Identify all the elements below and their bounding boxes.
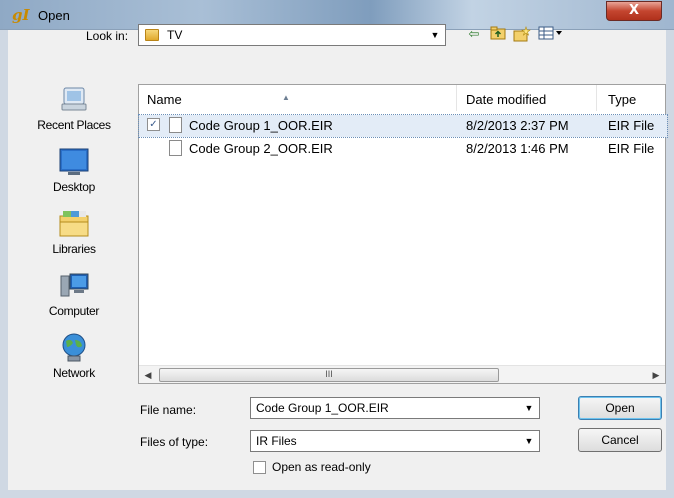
look-in-value: TV xyxy=(167,28,183,42)
column-header-date[interactable]: Date modified xyxy=(457,85,597,111)
libraries-icon xyxy=(59,211,89,237)
open-button-label: Open xyxy=(605,401,635,415)
scrollbar-thumb[interactable]: III xyxy=(159,368,499,382)
look-in-label: Look in: xyxy=(86,29,129,43)
place-computer[interactable]: Computer xyxy=(18,270,130,330)
place-label: Desktop xyxy=(53,180,95,194)
scroll-left-icon[interactable]: ◀ xyxy=(139,366,157,384)
table-row[interactable]: ✓ Code Group 1_OOR.EIR 8/2/2013 2:37 PM … xyxy=(138,114,668,138)
dialog-body: Look in: TV ▼ ⇦ Recent Places Desktop Li… xyxy=(8,24,668,490)
place-label: Libraries xyxy=(52,242,96,256)
folder-icon xyxy=(145,29,159,41)
computer-icon xyxy=(60,273,89,297)
file-date: 8/2/2013 2:37 PM xyxy=(466,118,569,133)
look-in-dropdown[interactable]: TV ▼ xyxy=(138,24,446,46)
open-button[interactable]: Open xyxy=(578,396,662,420)
chevron-down-icon[interactable]: ▼ xyxy=(427,27,443,43)
file-name: Code Group 1_OOR.EIR xyxy=(189,118,333,133)
place-recent-places[interactable]: Recent Places xyxy=(18,84,130,144)
back-button[interactable]: ⇦ xyxy=(464,26,484,44)
file-name: Code Group 2_OOR.EIR xyxy=(189,141,333,156)
column-header-label: Name xyxy=(147,92,182,107)
file-icon xyxy=(169,117,182,133)
new-folder-icon xyxy=(513,26,531,42)
file-icon xyxy=(169,140,182,156)
place-libraries[interactable]: Libraries xyxy=(18,208,130,268)
table-row[interactable]: Code Group 2_OOR.EIR 8/2/2013 1:46 PM EI… xyxy=(139,138,667,160)
up-folder-icon xyxy=(490,26,506,40)
place-network[interactable]: Network xyxy=(18,332,130,392)
read-only-label: Open as read-only xyxy=(272,460,371,474)
read-only-checkbox[interactable] xyxy=(253,461,266,474)
place-label: Network xyxy=(53,366,95,380)
file-type-label: Files of type: xyxy=(140,435,209,449)
new-folder-button[interactable] xyxy=(512,26,532,44)
open-dialog: gI Open X Look in: TV ▼ ⇦ Recent Places … xyxy=(0,0,674,498)
app-icon: gI xyxy=(12,6,30,24)
file-type-value: IR Files xyxy=(256,434,297,448)
chevron-down-icon[interactable]: ▼ xyxy=(521,433,537,449)
column-header-type[interactable]: Type xyxy=(597,85,665,111)
recent-places-icon xyxy=(61,87,87,111)
views-menu-button[interactable] xyxy=(536,26,566,44)
column-header-name[interactable]: Name ▲ xyxy=(139,85,457,111)
desktop-icon xyxy=(59,148,89,175)
file-type-dropdown[interactable]: IR Files ▼ xyxy=(250,430,540,452)
grip-icon: III xyxy=(325,369,333,379)
column-header-label: Type xyxy=(608,92,637,107)
row-checkbox[interactable]: ✓ xyxy=(147,118,160,131)
place-label: Recent Places xyxy=(37,118,111,132)
chevron-down-icon[interactable]: ▼ xyxy=(521,400,537,416)
file-date: 8/2/2013 1:46 PM xyxy=(466,141,569,156)
file-list[interactable]: Name ▲ Date modified Type ✓ Code Group 1… xyxy=(138,84,668,384)
views-menu-icon xyxy=(538,26,562,40)
close-icon: X xyxy=(628,3,640,18)
dialog-title: Open xyxy=(38,8,70,23)
sort-up-icon: ▲ xyxy=(282,93,290,102)
horizontal-scrollbar[interactable]: ◀ III ▶ xyxy=(139,365,665,383)
up-folder-button[interactable] xyxy=(488,26,508,44)
place-desktop[interactable]: Desktop xyxy=(18,146,130,206)
close-button[interactable]: X xyxy=(606,1,662,21)
scroll-right-icon[interactable]: ▶ xyxy=(647,366,665,384)
file-name-value: Code Group 1_OOR.EIR xyxy=(256,401,389,415)
place-label: Computer xyxy=(48,304,100,318)
file-name-label: File name: xyxy=(140,403,197,417)
file-type: EIR File xyxy=(608,141,655,156)
network-icon xyxy=(62,333,86,362)
cancel-button[interactable]: Cancel xyxy=(578,428,662,452)
places-bar: Recent Places Desktop Libraries Computer… xyxy=(18,84,130,414)
cancel-button-label: Cancel xyxy=(601,433,639,447)
file-type: EIR File xyxy=(608,118,655,133)
back-arrow-icon: ⇦ xyxy=(468,27,480,42)
column-header-label: Date modified xyxy=(466,92,547,107)
file-name-input[interactable]: Code Group 1_OOR.EIR ▼ xyxy=(250,397,540,419)
